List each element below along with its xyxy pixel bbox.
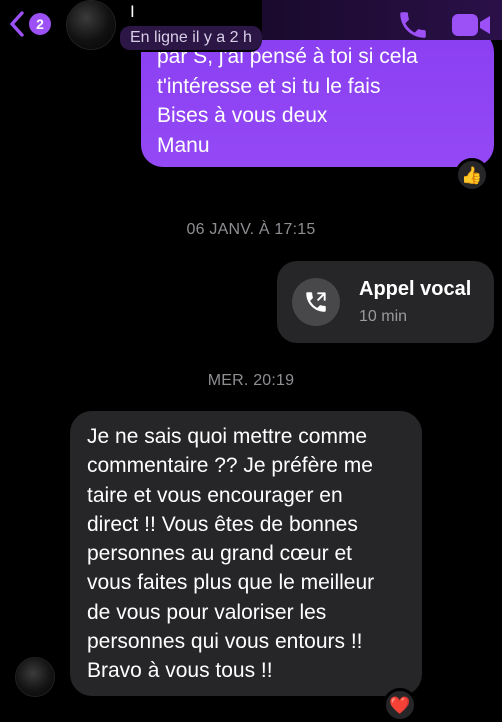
- message-text-line: Je ne sais quoi mettre comme: [87, 425, 368, 448]
- thumbs-up-icon: 👍: [461, 165, 483, 185]
- message-text-line: direct !! Vous êtes de bonnes: [87, 512, 358, 536]
- message-text-line: taire et vous encourager en: [87, 483, 343, 507]
- heart-reaction[interactable]: ❤️: [383, 688, 417, 722]
- online-status: En ligne il y a 2 h: [120, 26, 262, 50]
- heart-icon: ❤️: [389, 695, 411, 715]
- contact-avatar[interactable]: [67, 1, 115, 49]
- video-call-button[interactable]: [450, 10, 492, 40]
- message-text-line: Manu: [157, 133, 210, 157]
- message-text-line: t'intéresse et si tu le fais: [157, 74, 381, 98]
- back-button[interactable]: 2: [6, 8, 51, 40]
- conversation-header: 2 I En ligne il y a 2 h: [0, 0, 502, 52]
- message-timestamp: 06 JANV. À 17:15: [186, 221, 316, 238]
- call-icon-container: [292, 278, 340, 326]
- incoming-message-bubble[interactable]: Je ne sais quoi mettre comme commentaire…: [70, 411, 422, 696]
- message-timestamp: MER. 20:19: [207, 372, 295, 389]
- call-duration: 10 min: [359, 308, 408, 325]
- video-camera-icon: [452, 14, 490, 36]
- message-text-line: Bises à vous deux: [157, 104, 328, 127]
- unread-count-badge: 2: [29, 13, 51, 35]
- phone-outgoing-icon: [306, 292, 326, 312]
- voice-call-button[interactable]: [396, 8, 430, 42]
- contact-name[interactable]: I: [130, 2, 135, 22]
- sender-avatar[interactable]: [16, 658, 54, 696]
- call-title: Appel vocal: [359, 278, 472, 300]
- message-text-line: personnes qui vous entours !!: [87, 630, 363, 654]
- message-text-line: personnes au grand cœur et: [87, 542, 352, 566]
- voice-call-card[interactable]: Appel vocal 10 min: [277, 261, 494, 343]
- message-text-line: de vous pour valoriser les: [87, 600, 327, 624]
- phone-icon: [400, 12, 426, 38]
- message-text-line: vous faites plus que le meilleur: [87, 571, 375, 595]
- chevron-left-icon: [10, 11, 24, 37]
- message-text-line: Bravo à vous tous !!: [87, 659, 273, 683]
- thumbs-up-reaction[interactable]: 👍: [455, 158, 489, 192]
- message-text-line: commentaire ?? Je préfère me: [87, 454, 373, 478]
